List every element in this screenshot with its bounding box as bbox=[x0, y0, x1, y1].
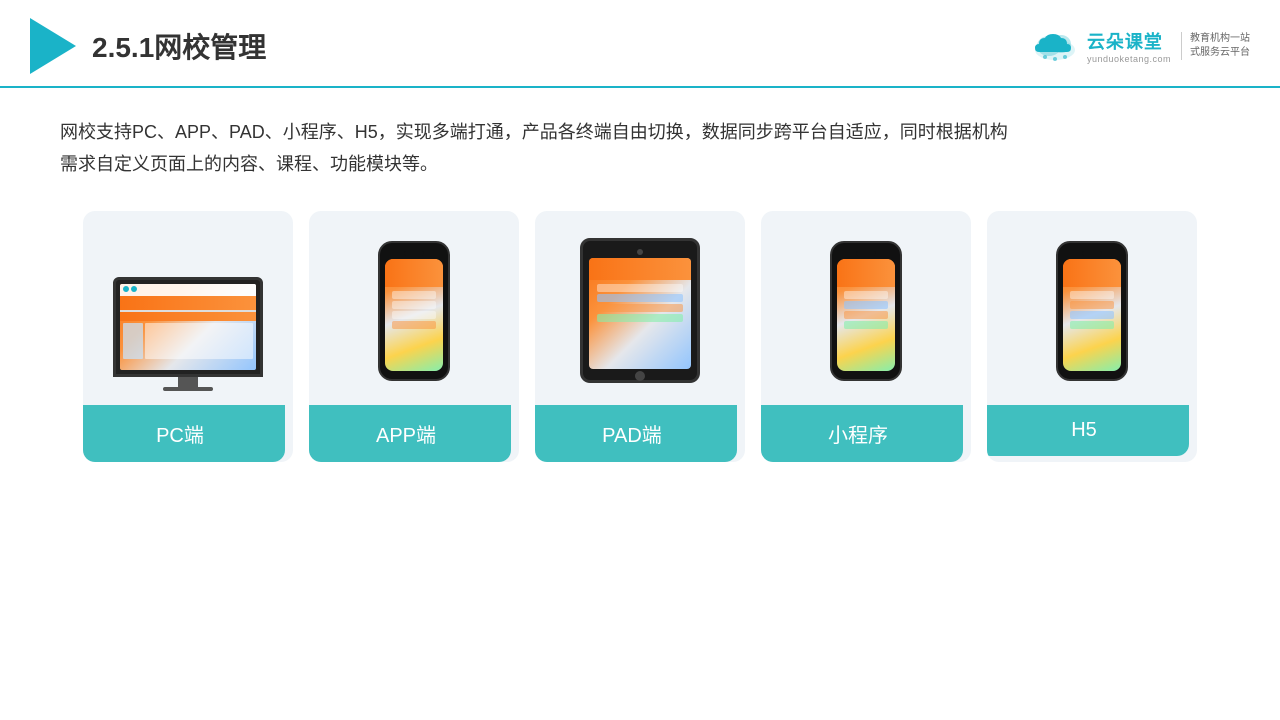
cloud-logo-icon bbox=[1029, 28, 1081, 64]
pc-mockup-container bbox=[99, 231, 277, 391]
screen-body bbox=[385, 287, 443, 333]
tablet-camera bbox=[637, 249, 643, 255]
screen-row bbox=[844, 321, 888, 329]
screen-header bbox=[385, 259, 443, 287]
h5-mockup-container bbox=[1003, 231, 1181, 391]
description-text: 网校支持PC、APP、PAD、小程序、H5，实现多端打通，产品各终端自由切换，数… bbox=[60, 116, 1220, 181]
main-content: 网校支持PC、APP、PAD、小程序、H5，实现多端打通，产品各终端自由切换，数… bbox=[0, 88, 1280, 482]
phone-screen-mini bbox=[837, 259, 895, 371]
screen-row bbox=[597, 304, 683, 312]
screen-nav bbox=[120, 284, 256, 296]
header-right: 云朵课堂 yunduoketang.com 教育机构一站 式服务云平台 bbox=[1029, 28, 1250, 64]
brand-name: 云朵课堂 bbox=[1087, 28, 1163, 54]
miniapp-card: 小程序 bbox=[761, 211, 971, 462]
phone-notch bbox=[404, 251, 424, 256]
pc-screen-outer bbox=[113, 277, 263, 377]
phone-screen-h5 bbox=[1063, 259, 1121, 371]
screen-row bbox=[392, 291, 436, 299]
phone-screen-app bbox=[385, 259, 443, 371]
phone-notch-h5 bbox=[1082, 251, 1102, 256]
app-card: APP端 bbox=[309, 211, 519, 462]
pc-label: PC端 bbox=[83, 405, 285, 462]
screen-sidebar bbox=[123, 323, 143, 359]
cards-container: PC端 APP端 bbox=[60, 211, 1220, 462]
screen-row bbox=[392, 321, 436, 329]
screen-body-mini bbox=[837, 287, 895, 333]
pc-screen-inner bbox=[120, 284, 256, 370]
brand-url: yunduoketang.com bbox=[1087, 54, 1171, 64]
screen-main bbox=[145, 323, 253, 359]
pc-base bbox=[163, 387, 213, 391]
app-label: APP端 bbox=[309, 405, 511, 462]
page-title: 2.5.1网校管理 bbox=[92, 26, 266, 66]
screen-row bbox=[1070, 291, 1114, 299]
app-mockup-container bbox=[325, 231, 503, 391]
screen-row bbox=[597, 284, 683, 292]
h5-card: H5 bbox=[987, 211, 1197, 462]
h5-label: H5 bbox=[987, 405, 1189, 456]
screen-row bbox=[844, 311, 888, 319]
pad-mockup-container bbox=[551, 231, 729, 391]
brand-tagline: 教育机构一站 式服务云平台 bbox=[1181, 32, 1250, 60]
phone-notch-mini bbox=[856, 251, 876, 256]
phone-mockup-app bbox=[378, 241, 450, 381]
screen-content bbox=[120, 321, 256, 361]
screen-body-h5 bbox=[1063, 287, 1121, 333]
header: 2.5.1网校管理 云朵课堂 yunduoketang.com 教育机构一站 bbox=[0, 0, 1280, 88]
tablet-home-btn bbox=[635, 371, 645, 381]
miniapp-mockup-container bbox=[777, 231, 955, 391]
header-left: 2.5.1网校管理 bbox=[30, 18, 266, 74]
screen-row bbox=[844, 301, 888, 309]
brand-logo: 云朵课堂 yunduoketang.com 教育机构一站 式服务云平台 bbox=[1029, 28, 1250, 64]
brand-text-block: 云朵课堂 yunduoketang.com bbox=[1087, 28, 1171, 64]
screen-row bbox=[844, 291, 888, 299]
nav-dot bbox=[123, 286, 129, 292]
screen-header bbox=[1063, 259, 1121, 287]
pad-card: PAD端 bbox=[535, 211, 745, 462]
tablet-screen bbox=[589, 258, 691, 369]
screen-row bbox=[597, 294, 683, 302]
nav-dot bbox=[131, 286, 137, 292]
pad-label: PAD端 bbox=[535, 405, 737, 462]
screen-row bbox=[597, 314, 683, 322]
screen-row bbox=[1070, 311, 1114, 319]
logo-triangle-icon bbox=[30, 18, 76, 74]
pc-stand bbox=[178, 377, 198, 387]
screen-row bbox=[1070, 321, 1114, 329]
phone-mockup-h5 bbox=[1056, 241, 1128, 381]
phone-mockup-miniapp bbox=[830, 241, 902, 381]
screen-header bbox=[837, 259, 895, 287]
tablet-header bbox=[589, 258, 691, 280]
screen-row bbox=[1070, 301, 1114, 309]
screen-row bbox=[392, 301, 436, 309]
pc-mockup bbox=[113, 277, 263, 391]
screen-banner bbox=[120, 296, 256, 321]
pc-card: PC端 bbox=[83, 211, 293, 462]
miniapp-label: 小程序 bbox=[761, 405, 963, 462]
tablet-body bbox=[589, 280, 691, 326]
tablet-mockup bbox=[580, 238, 700, 383]
screen-row bbox=[392, 311, 436, 319]
